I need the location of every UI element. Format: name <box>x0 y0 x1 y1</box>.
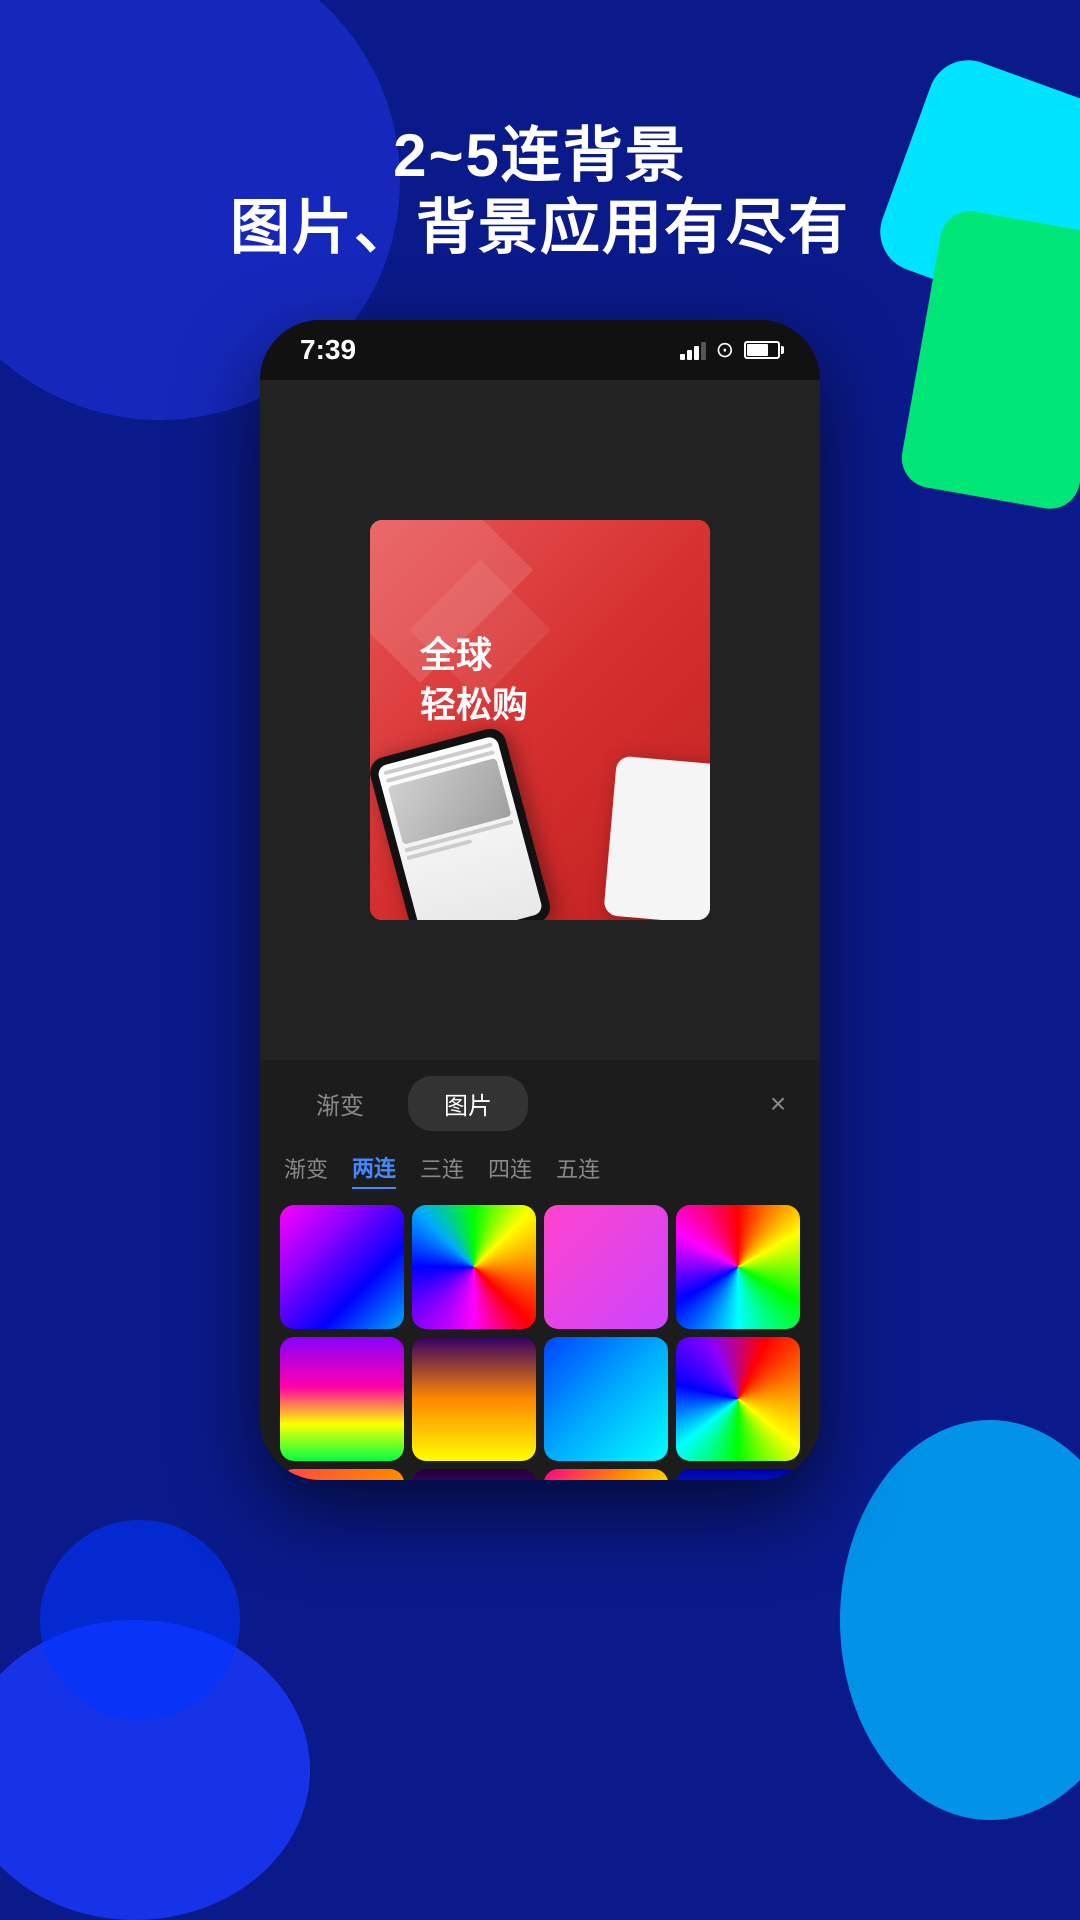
card-text-line1: 全球 <box>420 630 528 680</box>
color-cell-2[interactable] <box>412 1205 536 1329</box>
signal-icon <box>680 340 706 360</box>
main-tab-bar: 渐变 图片 × <box>260 1060 820 1131</box>
color-cell-4[interactable] <box>676 1205 800 1329</box>
signal-bar-2 <box>687 350 692 360</box>
wifi-icon: ⊙ <box>716 337 734 363</box>
preview-card: 全球 轻松购 <box>370 520 710 920</box>
card-text-line2: 轻松购 <box>420 680 528 730</box>
color-cell-10[interactable] <box>412 1469 536 1480</box>
battery-fill <box>747 344 768 356</box>
color-cell-11[interactable] <box>544 1469 668 1480</box>
color-cell-3[interactable] <box>544 1205 668 1329</box>
status-time: 7:39 <box>300 334 356 366</box>
card-phone2-mockup <box>603 756 710 920</box>
color-cell-5[interactable] <box>280 1337 404 1461</box>
signal-bar-4 <box>701 342 706 360</box>
sub-tab-two[interactable]: 两连 <box>352 1147 396 1189</box>
image-preview-area: 全球 轻松购 <box>260 380 820 1060</box>
bg-shape-bottomright <box>840 1420 1080 1820</box>
tab-gradient[interactable]: 渐变 <box>280 1076 400 1131</box>
header-line1: 2~5连背景 <box>0 120 1080 192</box>
bottom-panel: 渐变 图片 × 渐变 两连 三连 四连 五连 <box>260 1060 820 1480</box>
card-text: 全球 轻松购 <box>420 630 528 731</box>
sub-tab-gradient[interactable]: 渐变 <box>284 1148 328 1188</box>
signal-bar-1 <box>680 354 685 360</box>
page-background: 2~5连背景 图片、背景应用有尽有 7:39 ⊙ <box>0 0 1080 1920</box>
header-line2: 图片、背景应用有尽有 <box>0 192 1080 264</box>
color-grid <box>260 1197 820 1480</box>
color-cell-1[interactable] <box>280 1205 404 1329</box>
sub-tab-five[interactable]: 五连 <box>556 1148 600 1188</box>
bg-shape-bottomleft2 <box>40 1520 240 1720</box>
color-cell-7[interactable] <box>544 1337 668 1461</box>
screen-image <box>388 758 512 845</box>
status-bar: 7:39 ⊙ <box>260 320 820 380</box>
color-cell-9[interactable] <box>280 1469 404 1480</box>
status-icons: ⊙ <box>680 337 780 363</box>
signal-bar-3 <box>694 346 699 360</box>
color-cell-8[interactable] <box>676 1337 800 1461</box>
close-button[interactable]: × <box>756 1082 800 1126</box>
sub-tab-bar: 渐变 两连 三连 四连 五连 <box>260 1131 820 1197</box>
header-text-block: 2~5连背景 图片、背景应用有尽有 <box>0 120 1080 264</box>
sub-tab-three[interactable]: 三连 <box>420 1148 464 1188</box>
sub-tab-four[interactable]: 四连 <box>488 1148 532 1188</box>
phone-content: 全球 轻松购 <box>260 380 820 1480</box>
color-cell-12[interactable] <box>676 1469 800 1480</box>
color-cell-6[interactable] <box>412 1337 536 1461</box>
phone-mockup: 7:39 ⊙ <box>260 320 820 1480</box>
tab-image[interactable]: 图片 <box>408 1076 528 1131</box>
battery-icon <box>744 341 780 359</box>
